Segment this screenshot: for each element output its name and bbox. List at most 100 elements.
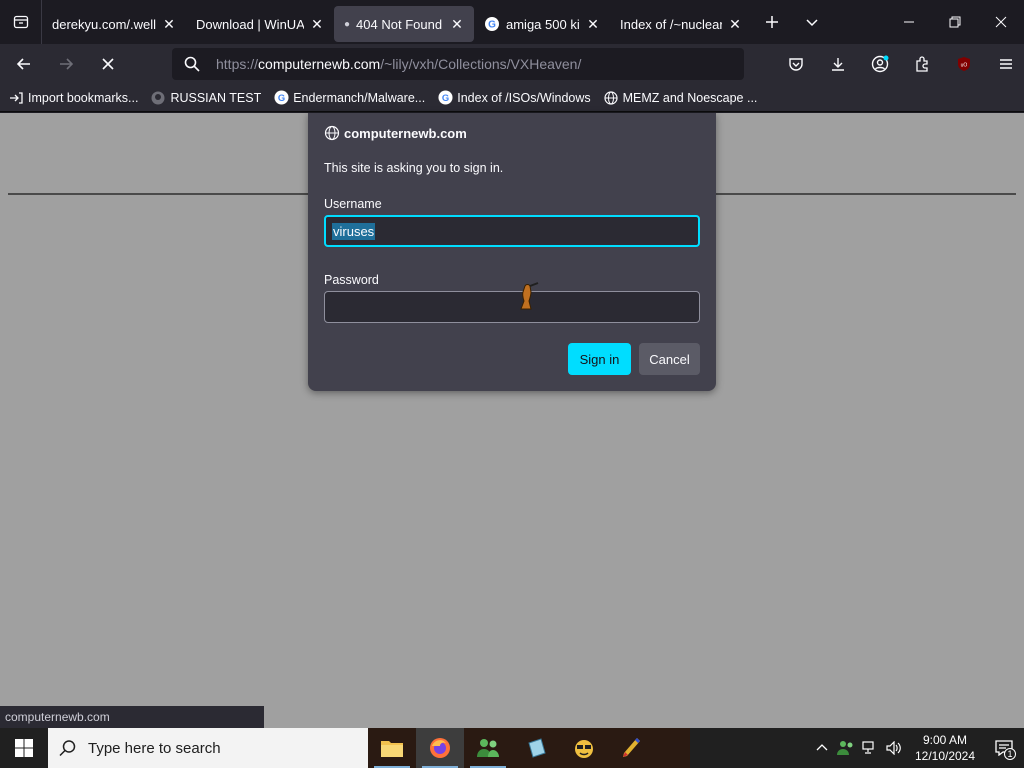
- bookmark-label: Import bookmarks...: [28, 90, 139, 105]
- character-face-icon: [575, 740, 593, 758]
- password-label: Password: [324, 273, 379, 287]
- system-tray: 9:00 AM 12/10/2024 1: [810, 728, 1024, 768]
- show-hidden-icons-button[interactable]: [810, 728, 834, 768]
- minimize-button[interactable]: [886, 0, 932, 44]
- bookmark-label: Endermanch/Malware...: [293, 90, 426, 105]
- plus-icon: [766, 16, 778, 28]
- restore-button[interactable]: [932, 0, 978, 44]
- taskbar-clock[interactable]: 9:00 AM 12/10/2024: [906, 732, 984, 764]
- loading-dot-icon: ●: [344, 18, 351, 30]
- tab-derekyu[interactable]: derekyu.com/.well-k ✕: [42, 6, 186, 42]
- taskbar-file-explorer[interactable]: [368, 728, 416, 768]
- chevron-up-icon: [816, 744, 828, 751]
- close-icon[interactable]: ✕: [728, 16, 742, 33]
- pocket-button[interactable]: [778, 48, 814, 80]
- dialog-origin: computernewb.com: [324, 125, 467, 141]
- ublock-button[interactable]: uO: [946, 48, 982, 80]
- google-icon: G: [273, 90, 289, 106]
- svg-text:G: G: [278, 93, 285, 103]
- ublock-icon: uO: [958, 57, 970, 71]
- search-icon: [172, 56, 212, 72]
- bookmark-endermanch[interactable]: G Endermanch/Malware...: [273, 90, 425, 106]
- back-button[interactable]: [6, 48, 42, 80]
- folder-icon: [381, 741, 403, 757]
- extensions-button[interactable]: [904, 48, 940, 80]
- people-icon: [837, 741, 853, 755]
- tab-nuclear-index[interactable]: Index of /~nuclear/t ✕: [610, 6, 752, 42]
- globe-icon: [603, 90, 619, 106]
- clock-date: 12/10/2024: [914, 749, 976, 763]
- navigation-bar: https://computernewb.com/~lily/vxh/Colle…: [0, 44, 1024, 84]
- taskbar-firefox[interactable]: [416, 728, 464, 768]
- auth-dialog: computernewb.com This site is asking you…: [308, 113, 716, 391]
- password-field[interactable]: [324, 291, 700, 323]
- account-button[interactable]: [862, 48, 898, 80]
- notification-center-button[interactable]: 1: [984, 728, 1024, 768]
- network-icon[interactable]: [858, 728, 882, 768]
- windows-logo-icon: [15, 739, 33, 757]
- svg-text:G: G: [442, 93, 449, 103]
- tab-title: 404 Not Found: [356, 16, 443, 32]
- cancel-button[interactable]: Cancel: [639, 343, 700, 375]
- tab-title: derekyu.com/.well-k: [52, 16, 156, 32]
- volume-icon[interactable]: [882, 728, 906, 768]
- tab-strip: derekyu.com/.well-k ✕ Download | WinUAE …: [0, 0, 1024, 44]
- url-text: https://computernewb.com/~lily/vxh/Colle…: [216, 56, 581, 72]
- arrow-left-icon: [16, 58, 30, 70]
- svg-text:uO: uO: [961, 63, 968, 69]
- cursor-icon: [516, 282, 542, 315]
- new-tab-button[interactable]: [752, 0, 792, 44]
- puzzle-icon: [916, 56, 928, 72]
- tab-404-not-found[interactable]: ● 404 Not Found ✕: [334, 6, 474, 42]
- chevron-down-icon: [806, 19, 818, 27]
- svg-text:G: G: [488, 20, 496, 31]
- people-icon: [477, 739, 499, 757]
- bookmark-index-isos[interactable]: G Index of /ISOs/Windows: [437, 90, 591, 106]
- tray-people-icon[interactable]: [834, 728, 858, 768]
- github-icon: [150, 90, 166, 106]
- username-label: Username: [324, 197, 382, 211]
- forward-button[interactable]: [48, 48, 84, 80]
- taskbar-search-box[interactable]: Type here to search: [48, 728, 368, 768]
- taskbar-people-app[interactable]: [464, 728, 512, 768]
- url-prefix: https://: [216, 56, 259, 72]
- taskbar-bonzi-app[interactable]: [560, 728, 608, 768]
- minimize-icon: [904, 21, 914, 23]
- url-bar[interactable]: https://computernewb.com/~lily/vxh/Colle…: [172, 48, 744, 80]
- google-icon: G: [437, 90, 453, 106]
- stop-button[interactable]: [90, 48, 126, 80]
- notification-badge: 1: [1004, 748, 1016, 760]
- close-icon[interactable]: ✕: [310, 16, 324, 33]
- url-host: computernewb.com: [258, 56, 381, 72]
- menu-button[interactable]: [988, 48, 1024, 80]
- restore-icon: [949, 16, 961, 28]
- stop-icon: [102, 58, 114, 70]
- bookmark-russian-test[interactable]: RUSSIAN TEST: [150, 90, 261, 106]
- firefox-view-button[interactable]: [0, 0, 42, 44]
- taskbar-apps: [368, 728, 690, 768]
- hamburger-menu-icon: [1000, 59, 1012, 69]
- close-icon[interactable]: ✕: [450, 16, 464, 33]
- list-all-tabs-button[interactable]: [792, 0, 832, 44]
- dialog-message: This site is asking you to sign in.: [324, 161, 504, 175]
- account-icon: [871, 55, 889, 73]
- sign-in-button[interactable]: Sign in: [568, 343, 631, 375]
- notepad-icon: [528, 738, 546, 758]
- bookmark-label: Index of /ISOs/Windows: [457, 90, 591, 105]
- globe-icon: [324, 125, 340, 141]
- taskbar-notepad-app[interactable]: [512, 728, 560, 768]
- tab-amiga[interactable]: G amiga 500 kickst ✕: [474, 6, 610, 42]
- start-button[interactable]: [0, 728, 48, 768]
- tab-winuae[interactable]: Download | WinUAE ✕: [186, 6, 334, 42]
- bookmark-import[interactable]: Import bookmarks...: [8, 90, 138, 106]
- close-window-button[interactable]: [978, 0, 1024, 44]
- download-icon: [832, 58, 844, 71]
- arrow-right-icon: [60, 58, 74, 70]
- username-field[interactable]: viruses: [324, 215, 700, 247]
- bookmark-memz[interactable]: MEMZ and Noescape ...: [603, 90, 757, 106]
- close-icon[interactable]: ✕: [586, 16, 600, 33]
- downloads-button[interactable]: [820, 48, 856, 80]
- pocket-icon: [789, 58, 803, 71]
- taskbar-paint-app[interactable]: [608, 728, 656, 768]
- close-icon[interactable]: ✕: [162, 16, 176, 33]
